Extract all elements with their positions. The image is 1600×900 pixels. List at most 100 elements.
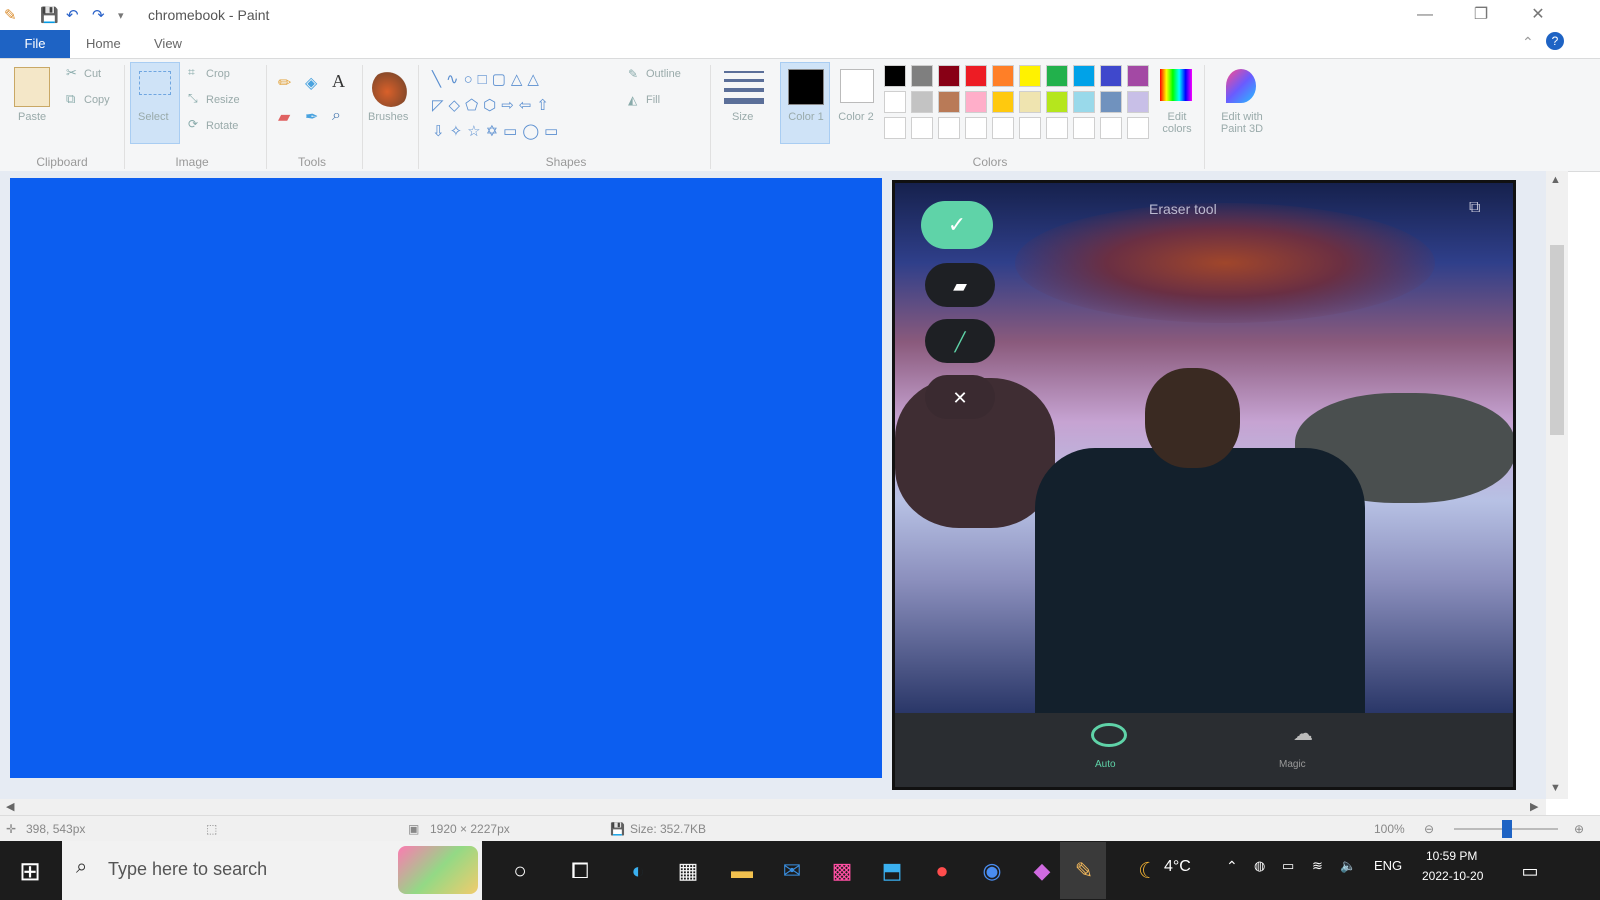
palette-swatch[interactable] bbox=[1100, 117, 1122, 139]
help-icon[interactable]: ? bbox=[1546, 32, 1564, 50]
palette-swatch[interactable] bbox=[992, 65, 1014, 87]
palette-swatch[interactable] bbox=[1127, 117, 1149, 139]
pencil-icon[interactable]: ✏ bbox=[278, 73, 291, 93]
palette-swatch[interactable] bbox=[938, 117, 960, 139]
magnifier-icon[interactable]: ⌕ bbox=[332, 107, 341, 125]
palette-swatch[interactable] bbox=[884, 117, 906, 139]
horizontal-scrollbar[interactable] bbox=[0, 799, 1546, 815]
palette-swatch[interactable] bbox=[1127, 65, 1149, 87]
photos-app-icon[interactable]: ▩ bbox=[822, 851, 862, 891]
restore-brush-button[interactable]: ╱ bbox=[925, 319, 995, 363]
fill-icon[interactable]: ◭ bbox=[628, 93, 637, 107]
palette-swatch[interactable] bbox=[992, 91, 1014, 113]
scroll-up-icon[interactable]: ▲ bbox=[1550, 174, 1561, 186]
undo-icon[interactable]: ↶ bbox=[66, 6, 79, 24]
pasted-phone-image[interactable]: Eraser tool ⧉ ✓ ▰ ╱ ✕ Auto ☁ Magic bbox=[892, 180, 1516, 790]
restore-button[interactable]: ❐ bbox=[1461, 3, 1501, 27]
edit-colors-icon[interactable] bbox=[1160, 69, 1192, 101]
scroll-down-icon[interactable]: ▼ bbox=[1550, 782, 1561, 794]
palette-swatch[interactable] bbox=[965, 117, 987, 139]
fill-bucket-icon[interactable]: ◈ bbox=[305, 73, 317, 93]
paste-button[interactable]: Paste bbox=[18, 111, 46, 123]
palette-swatch[interactable] bbox=[911, 91, 933, 113]
cut-button[interactable]: Cut bbox=[84, 68, 101, 80]
palette-swatch[interactable] bbox=[1100, 91, 1122, 113]
palette-swatch[interactable] bbox=[1046, 91, 1068, 113]
rotate-button[interactable]: Rotate bbox=[206, 120, 238, 132]
select-icon[interactable] bbox=[139, 71, 171, 95]
auto-icon[interactable] bbox=[1091, 723, 1127, 747]
palette-swatch[interactable] bbox=[1019, 65, 1041, 87]
color-picker-icon[interactable]: ✒ bbox=[305, 107, 318, 127]
redo-icon[interactable]: ↷ bbox=[92, 6, 105, 24]
volume-icon[interactable]: 🔈 bbox=[1340, 858, 1356, 874]
search-highlight-image[interactable] bbox=[398, 846, 478, 894]
palette-swatch[interactable] bbox=[992, 117, 1014, 139]
cancel-button[interactable]: ✕ bbox=[925, 375, 995, 419]
crop-button[interactable]: Crop bbox=[206, 68, 230, 80]
outline-button[interactable]: Outline bbox=[646, 68, 681, 80]
scroll-left-icon[interactable]: ◀ bbox=[6, 800, 14, 813]
zoom-app-icon[interactable]: ◉ bbox=[972, 851, 1012, 891]
palette-swatch[interactable] bbox=[884, 91, 906, 113]
camera-icon[interactable]: ● bbox=[922, 851, 962, 891]
eraser-icon[interactable]: ▰ bbox=[278, 107, 290, 127]
color2-swatch[interactable] bbox=[840, 69, 874, 103]
tray-chevron-icon[interactable]: ⌃ bbox=[1226, 858, 1238, 875]
color2-label[interactable]: Color 2 bbox=[836, 111, 876, 123]
confirm-button[interactable]: ✓ bbox=[921, 201, 993, 249]
wifi-icon[interactable]: ≋ bbox=[1312, 858, 1323, 874]
palette-swatch[interactable] bbox=[965, 91, 987, 113]
palette-swatch[interactable] bbox=[911, 117, 933, 139]
zoom-in-icon[interactable]: ⊕ bbox=[1574, 822, 1584, 836]
palette-swatch[interactable] bbox=[965, 65, 987, 87]
palette-swatch[interactable] bbox=[938, 91, 960, 113]
zoom-out-icon[interactable]: ⊖ bbox=[1424, 822, 1434, 836]
store-icon[interactable]: ▦ bbox=[668, 851, 708, 891]
vertical-scroll-thumb[interactable] bbox=[1550, 245, 1564, 435]
edge-icon[interactable]: ◐ bbox=[618, 851, 658, 891]
close-button[interactable]: ✕ bbox=[1518, 3, 1558, 27]
tab-file[interactable]: File bbox=[0, 30, 70, 58]
zoom-slider-thumb[interactable] bbox=[1502, 820, 1512, 838]
copy-button[interactable]: Copy bbox=[84, 94, 110, 106]
cut-icon[interactable]: ✂ bbox=[66, 65, 77, 81]
palette-swatch[interactable] bbox=[884, 65, 906, 87]
shapes-gallery[interactable]: ╲∿○□▢△△ ◸◇⬠⬡⇨⇦⇧ ⇩✧☆✡▭◯▭ bbox=[432, 67, 612, 141]
auto-tab-label[interactable]: Auto bbox=[1095, 759, 1116, 770]
palette-swatch[interactable] bbox=[1100, 65, 1122, 87]
battery-icon[interactable]: ▭ bbox=[1282, 858, 1294, 874]
edit-colors-button[interactable]: Edit colors bbox=[1160, 111, 1194, 135]
paint-taskbar-icon[interactable]: ✎ bbox=[1064, 851, 1104, 891]
palette-swatch[interactable] bbox=[1019, 117, 1041, 139]
palette-swatch[interactable] bbox=[1046, 117, 1068, 139]
palette-swatch[interactable] bbox=[1019, 91, 1041, 113]
tab-home[interactable]: Home bbox=[86, 30, 121, 58]
customize-quick-access-icon[interactable]: ▾ bbox=[118, 9, 124, 22]
size-icon[interactable] bbox=[724, 71, 764, 104]
tab-view[interactable]: View bbox=[154, 30, 182, 58]
copy-icon[interactable]: ⧉ bbox=[66, 91, 75, 107]
cortana-icon[interactable]: ○ bbox=[500, 851, 540, 891]
eraser-button[interactable]: ▰ bbox=[925, 263, 995, 307]
tray-app-icon[interactable]: ◍ bbox=[1254, 858, 1265, 874]
palette-swatch[interactable] bbox=[911, 65, 933, 87]
weather-temp[interactable]: 4°C bbox=[1164, 858, 1191, 876]
save-icon[interactable]: 💾 bbox=[40, 6, 59, 24]
droplet-app-icon[interactable]: ◆ bbox=[1022, 851, 1062, 891]
crop-icon[interactable]: ⌗ bbox=[188, 65, 195, 80]
outline-icon[interactable]: ✎ bbox=[628, 67, 638, 81]
mail-icon[interactable]: ✉ bbox=[772, 851, 812, 891]
magic-tab-label[interactable]: Magic bbox=[1279, 759, 1306, 770]
task-view-icon[interactable]: ⧠ bbox=[560, 851, 600, 891]
clock-date[interactable]: 2022-10-20 bbox=[1422, 869, 1483, 883]
color1-swatch[interactable] bbox=[788, 69, 824, 105]
palette-swatch[interactable] bbox=[1073, 65, 1095, 87]
notifications-icon[interactable]: ▭ bbox=[1510, 851, 1550, 891]
palette-swatch[interactable] bbox=[1073, 117, 1095, 139]
palette-swatch[interactable] bbox=[938, 65, 960, 87]
select-label[interactable]: Select bbox=[138, 111, 169, 123]
resize-button[interactable]: Resize bbox=[206, 94, 240, 106]
brushes-button[interactable]: Brushes bbox=[368, 111, 408, 123]
edit-with-paint3d-button[interactable]: Edit with Paint 3D bbox=[1214, 111, 1270, 135]
